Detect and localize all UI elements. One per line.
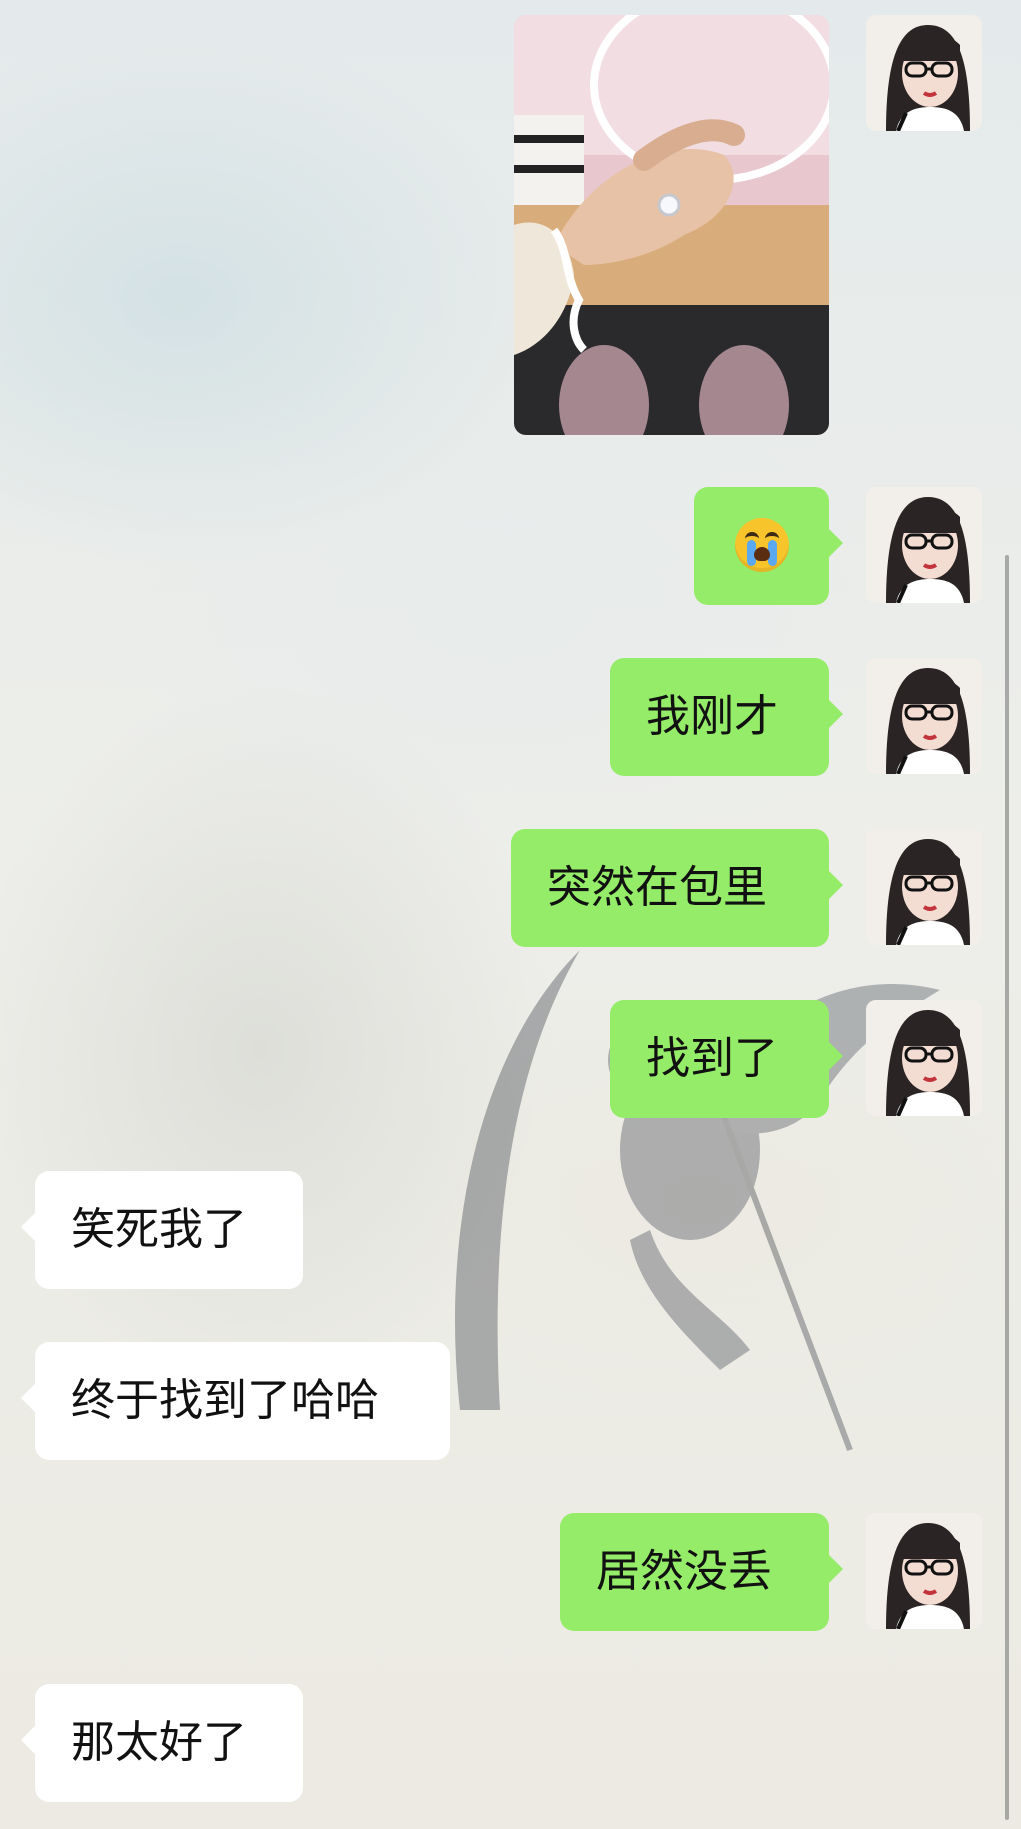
message-row <box>0 0 1021 450</box>
message-bubble-text[interactable]: 我刚才 <box>610 658 843 776</box>
avatar-girl-with-glasses <box>866 487 982 603</box>
message-text: 找到了 <box>646 1033 778 1084</box>
avatar-girl-with-glasses <box>866 15 982 131</box>
avatar-girl-with-glasses <box>866 1000 982 1116</box>
photo-ring-on-hand-image <box>514 15 829 435</box>
message-row: 找到了 <box>0 1000 1021 1118</box>
message-row: 突然在包里 <box>0 829 1021 947</box>
message-row <box>0 487 1021 605</box>
message-row: 我刚才 <box>0 658 1021 776</box>
avatar-girl-with-glasses <box>866 829 982 945</box>
message-text: 突然在包里 <box>547 862 767 913</box>
loudly-crying-face-icon <box>734 518 789 572</box>
avatar-girl-with-glasses <box>866 658 982 774</box>
message-row: 笑死我了 <box>0 1171 1021 1289</box>
avatar[interactable] <box>866 1513 982 1629</box>
message-row: 那太好了 <box>0 1684 1021 1802</box>
message-row: 居然没丢 <box>0 1513 1021 1631</box>
shared-photo[interactable] <box>514 15 829 435</box>
message-text: 我刚才 <box>646 691 778 742</box>
message-bubble-text[interactable]: 居然没丢 <box>560 1513 843 1631</box>
message-bubble-emoji[interactable] <box>694 487 843 605</box>
message-bubble-text[interactable]: 终于找到了哈哈 <box>21 1342 450 1460</box>
scrollbar[interactable] <box>1005 555 1009 1820</box>
avatar-girl-with-glasses <box>866 1513 982 1629</box>
message-text: 笑死我了 <box>71 1204 247 1255</box>
message-text: 终于找到了哈哈 <box>71 1375 379 1426</box>
message-bubble-text[interactable]: 突然在包里 <box>511 829 843 947</box>
message-text: 那太好了 <box>71 1717 247 1768</box>
avatar[interactable] <box>866 487 982 603</box>
message-bubble-text[interactable]: 笑死我了 <box>21 1171 303 1289</box>
avatar[interactable] <box>866 15 982 131</box>
avatar[interactable] <box>866 658 982 774</box>
message-row: 终于找到了哈哈 <box>0 1342 1021 1460</box>
avatar[interactable] <box>866 829 982 945</box>
message-bubble-text[interactable]: 找到了 <box>610 1000 843 1118</box>
message-text: 居然没丢 <box>596 1546 772 1597</box>
message-bubble-text[interactable]: 那太好了 <box>21 1684 303 1802</box>
avatar[interactable] <box>866 1000 982 1116</box>
